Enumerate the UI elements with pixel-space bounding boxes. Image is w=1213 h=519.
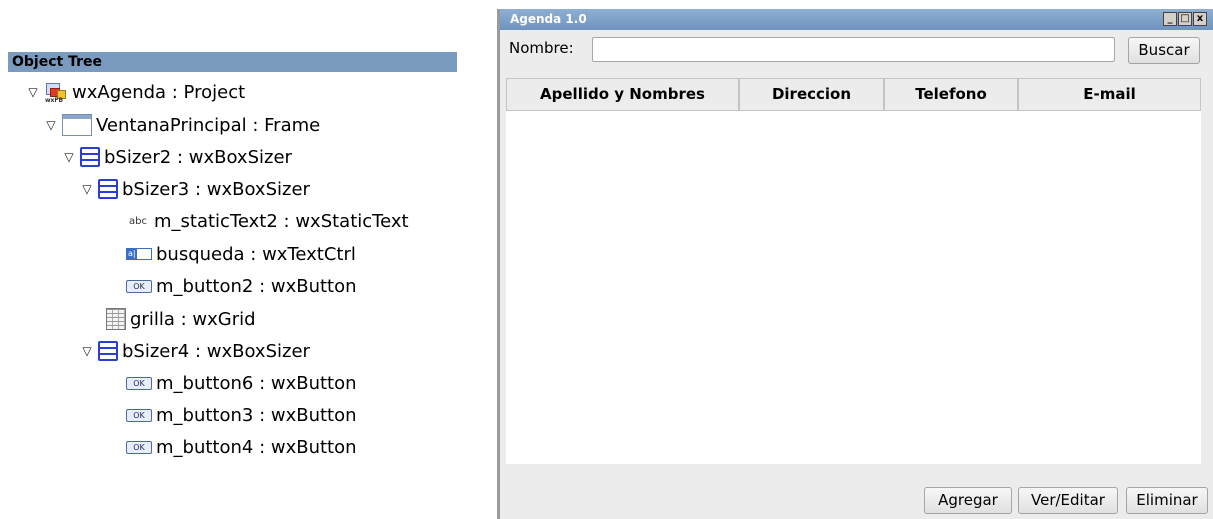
agregar-button[interactable]: Agregar <box>924 487 1012 514</box>
ver-editar-button[interactable]: Ver/Editar <box>1018 487 1118 514</box>
window-body: Nombre: Buscar Apellido y Nombres Direcc… <box>500 30 1213 519</box>
tree-node-m-button2[interactable]: OK m_button2 : wxButton <box>126 272 357 300</box>
grid-header-row: Apellido y Nombres Direccion Telefono E-… <box>506 78 1201 111</box>
tree-node-m-button6[interactable]: OK m_button6 : wxButton <box>126 369 357 397</box>
static-text-icon: abc <box>129 215 147 227</box>
tree-node-m-button3[interactable]: OK m_button3 : wxButton <box>126 401 357 429</box>
tree-node-label: busqueda : wxTextCtrl <box>156 243 356 265</box>
sizer-icon <box>80 147 100 167</box>
tree-node-ventanaprincipal[interactable]: ▽ VentanaPrincipal : Frame <box>40 111 320 139</box>
expand-triangle-icon[interactable]: ▽ <box>22 85 44 99</box>
tree-node-label: m_button4 : wxButton <box>156 436 357 458</box>
tree-node-wxagenda[interactable]: ▽ wxFB wxAgenda : Project <box>22 78 245 106</box>
nombre-label: Nombre: <box>509 39 574 57</box>
expand-triangle-icon[interactable]: ▽ <box>76 344 98 358</box>
tree-node-m-button4[interactable]: OK m_button4 : wxButton <box>126 433 357 461</box>
object-tree-panel: Object Tree <box>8 52 457 72</box>
tree-node-label: wxAgenda : Project <box>72 81 246 103</box>
tree-node-busqueda[interactable]: busqueda : wxTextCtrl <box>126 240 356 268</box>
button-icon: OK <box>126 376 152 390</box>
window-title: Agenda 1.0 <box>510 12 587 26</box>
tree-node-label: bSizer3 : wxBoxSizer <box>122 178 310 200</box>
object-tree-header: Object Tree <box>8 52 457 72</box>
tree-node-label: m_staticText2 : wxStaticText <box>154 210 409 232</box>
grilla-grid[interactable]: Apellido y Nombres Direccion Telefono E-… <box>506 78 1201 464</box>
expand-triangle-icon[interactable]: ▽ <box>40 118 62 132</box>
column-header-email[interactable]: E-mail <box>1018 78 1201 111</box>
expand-triangle-icon[interactable]: ▽ <box>76 182 98 196</box>
tree-node-label: m_button3 : wxButton <box>156 404 357 426</box>
button-icon: OK <box>126 279 152 293</box>
tree-node-bsizer2[interactable]: ▽ bSizer2 : wxBoxSizer <box>58 143 292 171</box>
minimize-icon[interactable]: _ <box>1163 12 1177 26</box>
buscar-button[interactable]: Buscar <box>1128 37 1200 64</box>
project-icon: wxFB <box>44 81 68 104</box>
tree-node-label: bSizer2 : wxBoxSizer <box>104 146 292 168</box>
column-header-apellido[interactable]: Apellido y Nombres <box>506 78 739 111</box>
tree-node-label: grilla : wxGrid <box>130 308 256 330</box>
column-header-telefono[interactable]: Telefono <box>884 78 1018 111</box>
sizer-icon <box>98 179 118 199</box>
button-icon: OK <box>126 408 152 422</box>
busqueda-input[interactable] <box>592 37 1115 62</box>
tree-node-grilla[interactable]: grilla : wxGrid <box>106 305 256 333</box>
tree-node-bsizer4[interactable]: ▽ bSizer4 : wxBoxSizer <box>76 337 310 365</box>
agenda-window: Agenda 1.0 _ □ x Nombre: Buscar Apellido… <box>497 9 1213 519</box>
window-titlebar[interactable]: Agenda 1.0 _ □ x <box>500 9 1213 30</box>
eliminar-button[interactable]: Eliminar <box>1126 487 1208 514</box>
expand-triangle-icon[interactable]: ▽ <box>58 150 80 164</box>
tree-node-label: m_button6 : wxButton <box>156 372 357 394</box>
grid-icon <box>106 308 126 330</box>
tree-node-label: bSizer4 : wxBoxSizer <box>122 340 310 362</box>
sizer-icon <box>98 341 118 361</box>
tree-node-m-statictext2[interactable]: abc m_staticText2 : wxStaticText <box>126 207 409 235</box>
button-icon: OK <box>126 440 152 454</box>
tree-node-label: m_button2 : wxButton <box>156 275 357 297</box>
column-header-direccion[interactable]: Direccion <box>739 78 884 111</box>
frame-icon <box>62 114 92 136</box>
text-ctrl-icon <box>126 248 152 260</box>
close-icon[interactable]: x <box>1193 12 1207 26</box>
tree-node-label: VentanaPrincipal : Frame <box>96 114 321 136</box>
maximize-icon[interactable]: □ <box>1178 12 1192 26</box>
tree-node-bsizer3[interactable]: ▽ bSizer3 : wxBoxSizer <box>76 175 310 203</box>
